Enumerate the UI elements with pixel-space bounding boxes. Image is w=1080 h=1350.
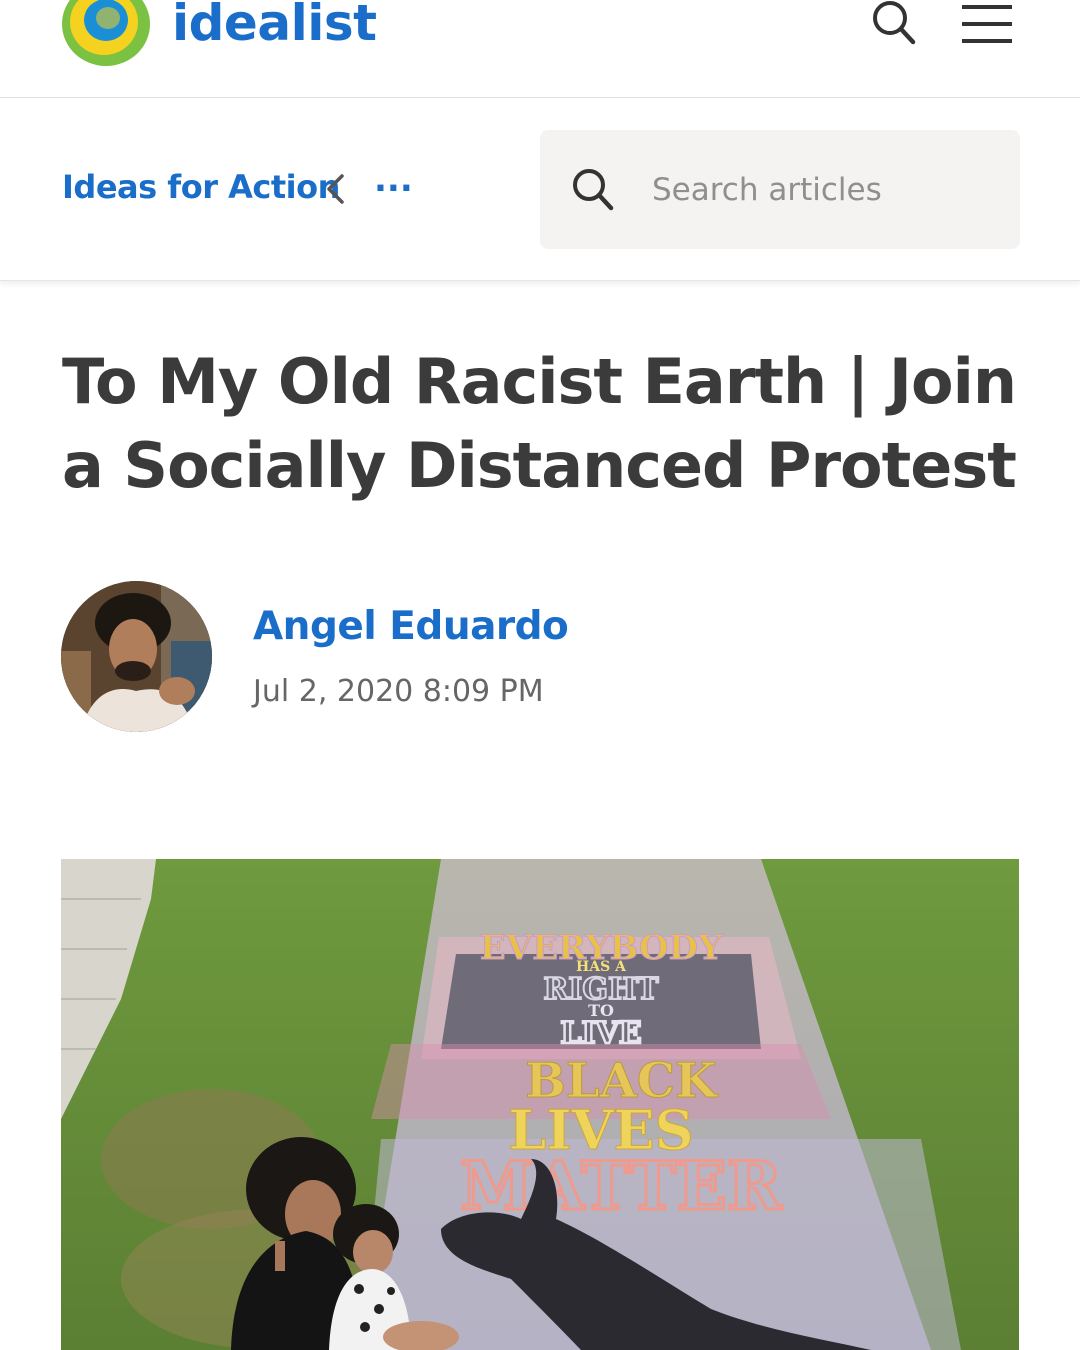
article-hero-photo: EVERYBODY HAS A RIGHT TO LIVE BLACK LIVE… (61, 859, 1019, 1350)
breadcrumb-ideas-for-action[interactable]: Ideas for Action (62, 168, 340, 206)
breadcrumb-more[interactable]: ... (374, 160, 413, 200)
author-avatar[interactable] (61, 581, 212, 732)
publish-date: Jul 2, 2020 8:09 PM (253, 674, 544, 709)
top-header: idealist (0, 0, 1080, 98)
author-name[interactable]: Angel Eduardo (253, 604, 569, 649)
chalk-word: MATTER (460, 1147, 783, 1225)
hamburger-menu-icon[interactable] (958, 2, 1016, 46)
idealist-logo-icon[interactable] (60, 0, 152, 68)
chevron-left-icon[interactable] (322, 172, 350, 206)
article-title: To My Old Racist Earth | Join a Socially… (62, 345, 1017, 502)
brand-name[interactable]: idealist (172, 0, 377, 52)
search-articles-input[interactable] (652, 168, 992, 212)
search-icon[interactable] (868, 0, 920, 48)
breadcrumb-bar: Ideas for Action ... (0, 98, 1080, 281)
search-icon (573, 169, 614, 211)
chalk-word: LIVE (560, 1016, 641, 1051)
article-search-box[interactable] (540, 130, 1020, 249)
